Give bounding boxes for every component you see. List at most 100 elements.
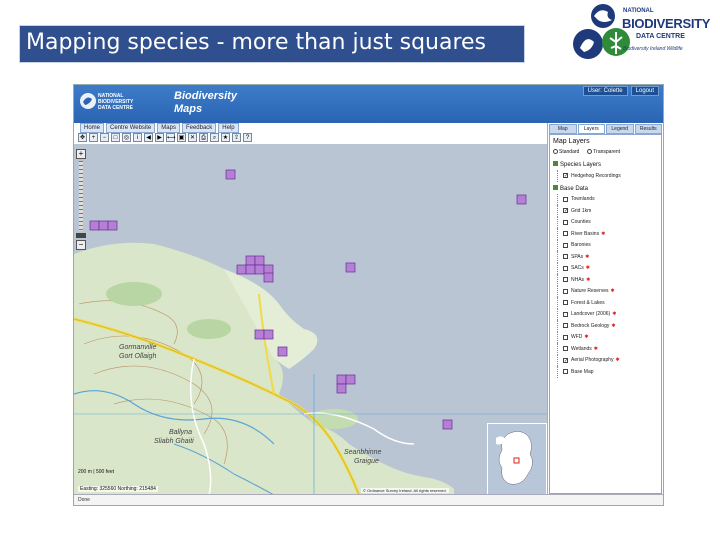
radio-standard[interactable]: Standard (553, 149, 579, 155)
zoom-slider-handle[interactable] (76, 233, 86, 238)
layer-checkbox[interactable]: ✓ (563, 173, 568, 179)
layer-item[interactable]: ✓ Aerial Photography ✱ (553, 354, 658, 367)
layer-item[interactable]: River Basins ✱ (553, 228, 658, 240)
layer-info-icon[interactable]: ✱ (586, 265, 590, 271)
species-record-square[interactable] (245, 255, 256, 266)
layer-item[interactable]: Forest & Lakes (553, 297, 658, 309)
clear-icon[interactable]: ✕ (188, 133, 197, 142)
layer-info-icon[interactable]: ✱ (612, 311, 616, 317)
map-view[interactable]: Gormanville Gort Ollaigh Ballyna Sliabh … (74, 144, 547, 495)
layer-checkbox[interactable] (563, 334, 568, 340)
layer-item[interactable]: Nature Reserves ✱ (553, 285, 658, 298)
layer-checkbox[interactable]: ✓ (563, 208, 568, 214)
print-icon[interactable]: ⎙ (199, 133, 208, 142)
layer-item[interactable]: NHAs ✱ (553, 274, 658, 286)
species-record-square[interactable] (345, 262, 356, 273)
zoom-out-icon[interactable]: − (100, 133, 109, 142)
species-layers-heading[interactable]: Species Layers (553, 161, 658, 168)
export-icon[interactable]: ⇪ (232, 133, 241, 142)
layer-checkbox[interactable]: ✓ (563, 357, 568, 363)
layer-info-icon[interactable]: ✱ (611, 288, 615, 294)
base-data-heading[interactable]: Base Data (553, 184, 658, 192)
layer-checkbox[interactable] (563, 346, 568, 352)
zoom-out-button[interactable]: − (76, 240, 86, 250)
layer-item[interactable]: Wetlands ✱ (553, 343, 658, 355)
layer-checkbox[interactable] (563, 311, 568, 317)
species-record-square[interactable] (98, 220, 109, 231)
layer-item[interactable]: Counties (553, 216, 658, 229)
layer-checkbox[interactable] (563, 369, 568, 375)
species-record-square[interactable] (336, 383, 347, 394)
layer-info-icon[interactable]: ✱ (616, 357, 620, 363)
species-record-square[interactable] (336, 374, 347, 385)
species-record-square[interactable] (263, 329, 274, 340)
layer-checkbox[interactable] (563, 265, 568, 271)
species-record-square[interactable] (277, 346, 288, 357)
search-icon[interactable]: ⌕ (210, 133, 219, 142)
layer-info-icon[interactable]: ✱ (585, 254, 589, 260)
tab-legend[interactable]: Legend (606, 124, 634, 134)
layer-checkbox[interactable] (563, 242, 568, 248)
layer-item[interactable]: Baronies (553, 239, 658, 252)
map-canvas[interactable]: Gormanville Gort Ollaigh Ballyna Sliabh … (74, 144, 547, 495)
layer-item[interactable]: SACs ✱ (553, 262, 658, 275)
layer-item[interactable]: WFD ✱ (553, 331, 658, 344)
nav-centre-website[interactable]: Centre Website (106, 123, 156, 133)
species-record-square[interactable] (263, 264, 274, 275)
tab-map[interactable]: Map (549, 124, 577, 134)
layer-info-icon[interactable]: ✱ (586, 277, 590, 283)
species-record-square[interactable] (345, 374, 356, 385)
zoom-slider[interactable] (79, 161, 83, 231)
species-record-square[interactable] (254, 329, 265, 340)
layer-item[interactable]: Townlands (553, 193, 658, 206)
tab-layers[interactable]: Layers (577, 124, 605, 134)
species-record-square[interactable] (263, 272, 274, 283)
nav-feedback[interactable]: Feedback (181, 123, 217, 133)
nav-home[interactable]: Home (80, 123, 105, 133)
forward-icon[interactable]: ▶ (155, 133, 164, 142)
layer-info-icon[interactable]: ✱ (601, 231, 605, 237)
layer-item[interactable]: ✓ Grid 1km (553, 205, 658, 217)
layer-info-icon[interactable]: ✱ (584, 334, 588, 340)
measure-icon[interactable]: ⟷ (166, 133, 176, 142)
species-record-square[interactable] (442, 419, 453, 430)
layer-item[interactable]: SPAs ✱ (553, 251, 658, 263)
radio-transparent[interactable]: Transparent (587, 149, 620, 155)
logout-button[interactable]: Logout (630, 86, 659, 96)
identify-icon[interactable]: i (133, 133, 142, 142)
layer-checkbox[interactable] (563, 219, 568, 225)
layer-checkbox[interactable] (563, 288, 568, 294)
full-extent-icon[interactable]: ◎ (122, 133, 131, 142)
layer-checkbox[interactable] (563, 277, 568, 283)
species-record-square[interactable] (89, 220, 100, 231)
layer-item[interactable]: Landcover (2006) ✱ (553, 308, 658, 321)
layer-checkbox[interactable] (563, 300, 568, 306)
layer-checkbox[interactable] (563, 254, 568, 260)
species-record-square[interactable] (516, 194, 527, 205)
species-record-square[interactable] (225, 169, 236, 180)
pan-icon[interactable]: ✥ (78, 133, 87, 142)
overview-map[interactable] (487, 423, 547, 495)
zoom-in-icon[interactable]: + (89, 133, 98, 142)
layer-info-icon[interactable]: ✱ (594, 346, 598, 352)
layer-checkbox[interactable] (563, 196, 568, 202)
layer-info-icon[interactable]: ✱ (611, 323, 615, 329)
species-record-square[interactable] (254, 264, 265, 275)
zoom-in-button[interactable]: + (76, 149, 86, 159)
layer-checkbox[interactable] (563, 231, 568, 237)
zoom-box-icon[interactable]: □ (111, 133, 120, 142)
nav-help[interactable]: Help (218, 123, 239, 133)
bookmark-icon[interactable]: ★ (221, 133, 230, 142)
layer-item[interactable]: Base Map (553, 366, 658, 378)
select-icon[interactable]: ▣ (177, 133, 186, 142)
user-button[interactable]: User: Colette (582, 86, 628, 96)
species-record-square[interactable] (236, 264, 247, 275)
species-record-square[interactable] (107, 220, 118, 231)
help-icon[interactable]: ? (243, 133, 252, 142)
layer-checkbox[interactable] (563, 323, 568, 329)
back-icon[interactable]: ◀ (144, 133, 153, 142)
layer-item[interactable]: ✓ Hedgehog Recordings (553, 170, 658, 182)
species-record-square[interactable] (245, 264, 256, 275)
layer-item[interactable]: Bedrock Geology ✱ (553, 320, 658, 332)
species-record-square[interactable] (254, 255, 265, 266)
